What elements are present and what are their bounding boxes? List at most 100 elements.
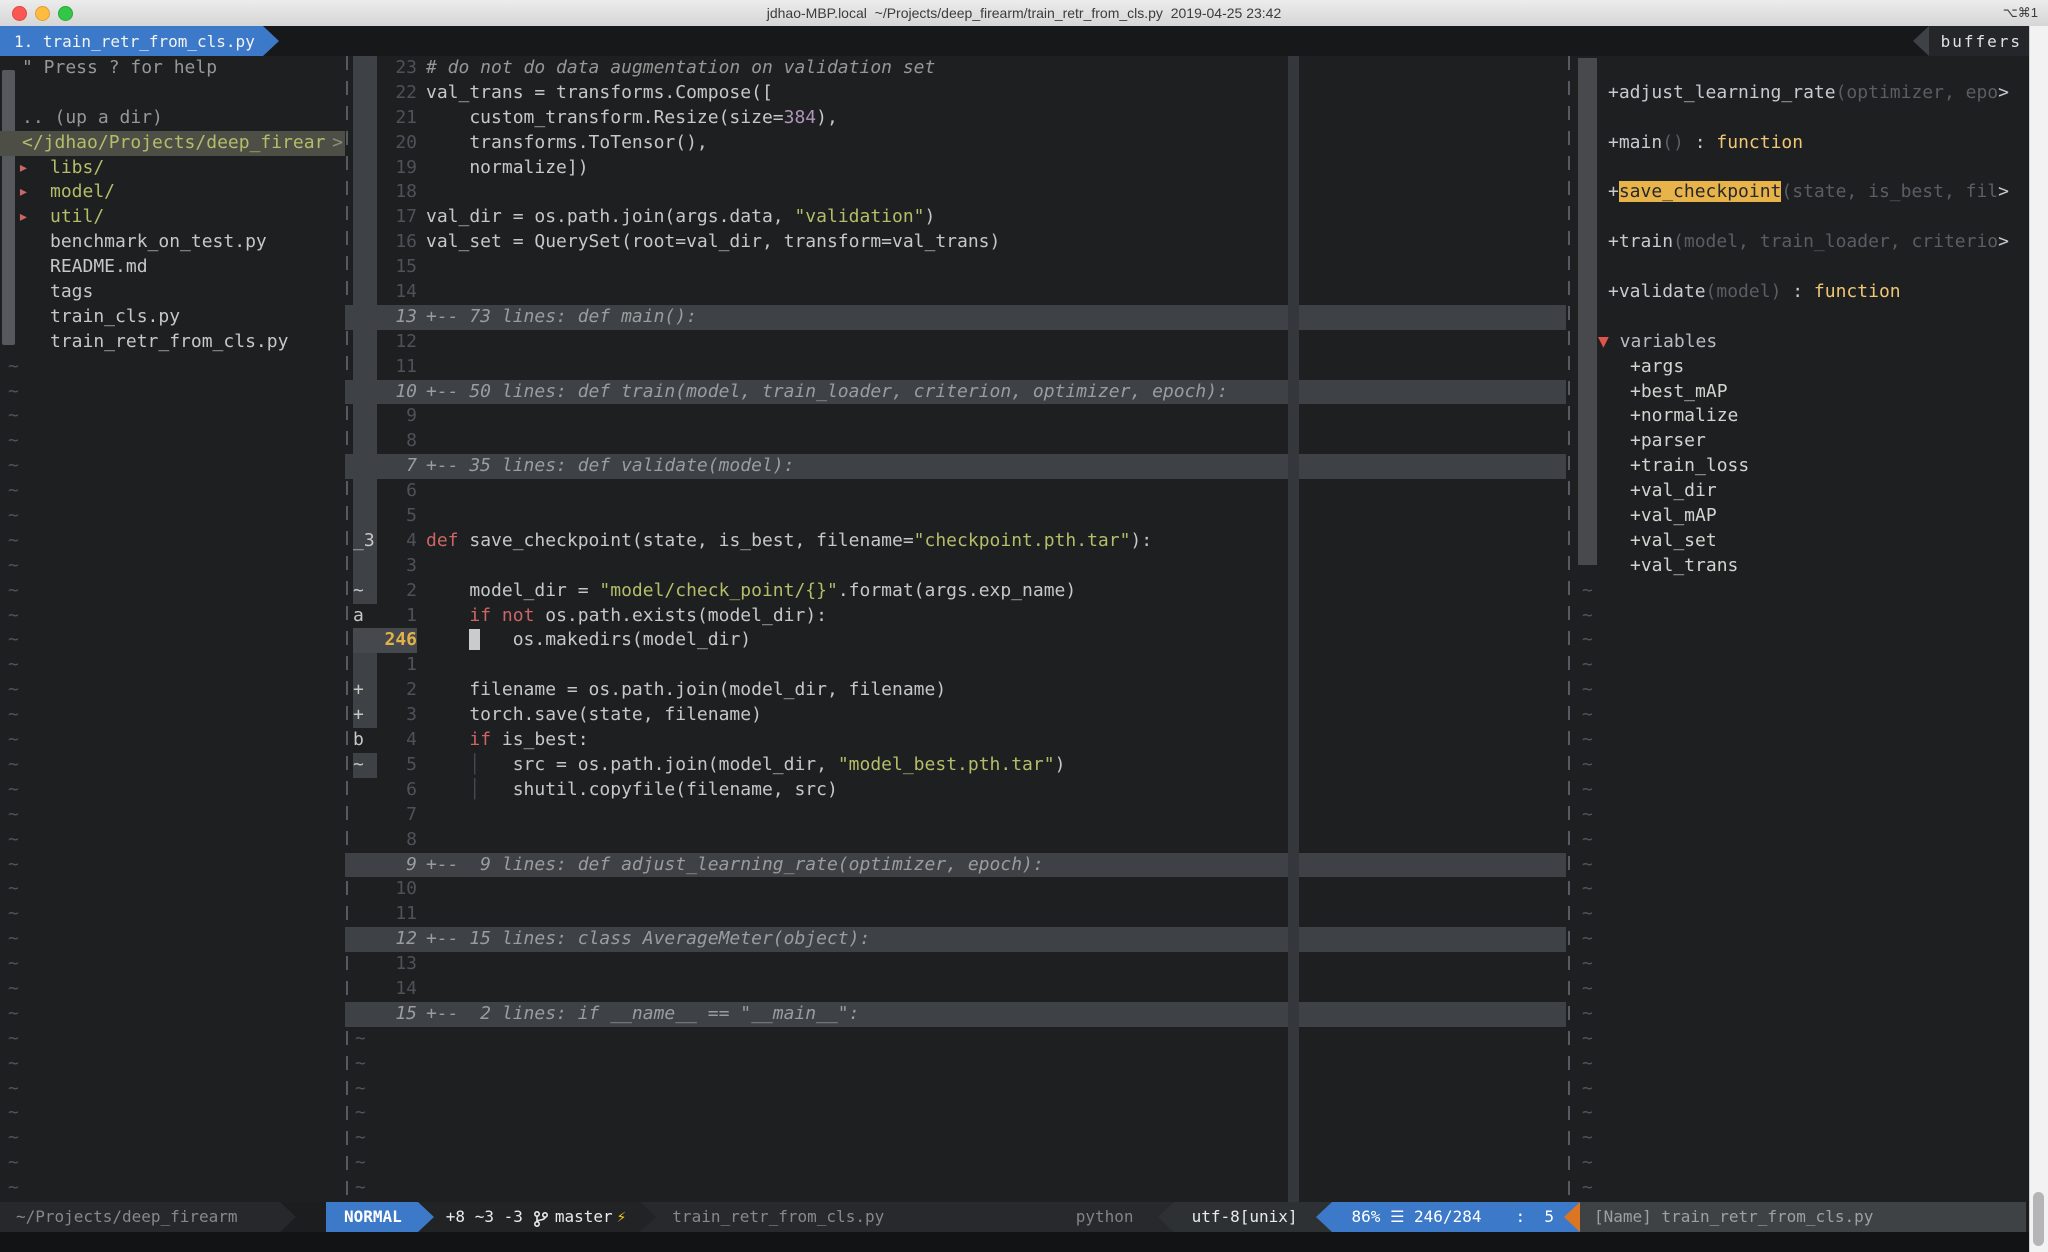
code-line[interactable]: 9 bbox=[345, 404, 1566, 429]
tree-item-README-md[interactable]: README.md bbox=[0, 255, 345, 280]
lightning-icon: ⚡ bbox=[617, 1202, 627, 1232]
code-line[interactable]: +3 torch.save(state, filename) bbox=[345, 703, 1566, 728]
line-number: 14 bbox=[377, 280, 417, 305]
tag-parser[interactable]: +parser bbox=[1568, 429, 2012, 454]
code-line[interactable]: 23# do not do data augmentation on valid… bbox=[345, 56, 1566, 81]
code-line[interactable]: 17val_dir = os.path.join(args.data, "val… bbox=[345, 205, 1566, 230]
code-text: val_set = QuerySet(root=val_dir, transfo… bbox=[426, 230, 1566, 255]
tag-adjust_learning_rate[interactable]: +adjust_learning_rate(optimizer, epo> bbox=[1568, 81, 2012, 106]
empty-line-tilde: ~ bbox=[0, 380, 345, 405]
fold-line[interactable]: 13+-- 73 lines: def main(): bbox=[345, 305, 1566, 330]
tagbar-section-variables[interactable]: ▼ variables bbox=[1568, 330, 2012, 355]
code-line[interactable]: ~5 │ src = os.path.join(model_dir, "mode… bbox=[345, 753, 1566, 778]
tag-validate[interactable]: +validate(model) : function bbox=[1568, 280, 2012, 305]
tag-val_set[interactable]: +val_set bbox=[1568, 529, 2012, 554]
code-line[interactable]: 16val_set = QuerySet(root=val_dir, trans… bbox=[345, 230, 1566, 255]
tag-args[interactable]: +args bbox=[1568, 355, 2012, 380]
empty-line-tilde: ~ bbox=[0, 703, 345, 728]
tag-val_dir[interactable]: +val_dir bbox=[1568, 479, 2012, 504]
line-number: 7 bbox=[377, 803, 417, 828]
scrollbar-thumb[interactable] bbox=[2033, 1192, 2044, 1246]
code-line[interactable]: 1 bbox=[345, 653, 1566, 678]
fold-line[interactable]: 9+-- 9 lines: def adjust_learning_rate(o… bbox=[345, 853, 1566, 878]
code-line[interactable]: 14 bbox=[345, 280, 1566, 305]
tag-main[interactable]: +main() : function bbox=[1568, 131, 2012, 156]
tab-train-retr-from-cls[interactable]: 1. train_retr_from_cls.py bbox=[0, 26, 263, 56]
tag-save_checkpoint[interactable]: +save_checkpoint(state, is_best, fil> bbox=[1568, 180, 2012, 205]
fold-line[interactable]: 12+-- 15 lines: class AverageMeter(objec… bbox=[345, 927, 1566, 952]
code-line[interactable]: 14 bbox=[345, 977, 1566, 1002]
code-line[interactable]: 6 │ shutil.copyfile(filename, src) bbox=[345, 778, 1566, 803]
line-number: 15 bbox=[377, 255, 417, 280]
code-line[interactable]: 20 transforms.ToTensor(), bbox=[345, 131, 1566, 156]
scrollbar-track[interactable] bbox=[2029, 26, 2048, 1252]
tag-train_loss[interactable]: +train_loss bbox=[1568, 454, 2012, 479]
file-name: train_retr_from_cls.py bbox=[672, 1202, 884, 1232]
tag-train[interactable]: +train(model, train_loader, criterio> bbox=[1568, 230, 2012, 255]
close-button[interactable] bbox=[12, 6, 27, 21]
fold-line[interactable]: 10+-- 50 lines: def train(model, train_l… bbox=[345, 380, 1566, 405]
line-number: 4 bbox=[377, 728, 417, 753]
tree-root-path[interactable]: </jdhao/Projects/deep_firear> bbox=[0, 131, 345, 156]
tree-item-train_retr_from_cls-py[interactable]: train_retr_from_cls.py bbox=[0, 330, 345, 355]
code-line[interactable]: 5 bbox=[345, 504, 1566, 529]
tree-item-libs[interactable]: ▸libs/ bbox=[0, 156, 345, 181]
fold-line[interactable]: 7+-- 35 lines: def validate(model): bbox=[345, 454, 1566, 479]
code-line[interactable]: 6 bbox=[345, 479, 1566, 504]
empty-line-tilde: ~ bbox=[0, 1176, 345, 1201]
tag-val_mAP[interactable]: +val_mAP bbox=[1568, 504, 2012, 529]
gutter-sign bbox=[353, 479, 377, 504]
tree-up-dir[interactable]: .. (up a dir) bbox=[0, 106, 345, 131]
code-line[interactable]: 246 os.makedirs(model_dir) bbox=[345, 628, 1566, 653]
truncation-marker: > bbox=[1998, 231, 2009, 252]
tag-val_trans[interactable]: +val_trans bbox=[1568, 554, 2012, 579]
code-line[interactable]: 12 bbox=[345, 330, 1566, 355]
code-line[interactable]: 13 bbox=[345, 952, 1566, 977]
code-line[interactable]: _34def save_checkpoint(state, is_best, f… bbox=[345, 529, 1566, 554]
tree-item-benchmark_on_test-py[interactable]: benchmark_on_test.py bbox=[0, 230, 345, 255]
tag-fold-plus: + bbox=[1608, 82, 1619, 103]
empty-line-tilde: ~ bbox=[1568, 1126, 2012, 1151]
tree-item-util[interactable]: ▸util/ bbox=[0, 205, 345, 230]
code-text bbox=[426, 554, 1566, 579]
code-line[interactable]: 3 bbox=[345, 554, 1566, 579]
code-line[interactable]: 10 bbox=[345, 877, 1566, 902]
code-line[interactable]: 11 bbox=[345, 355, 1566, 380]
code-text: filename = os.path.join(model_dir, filen… bbox=[426, 678, 1566, 703]
fold-line[interactable]: 15+-- 2 lines: if __name__ == "__main__"… bbox=[345, 1002, 1566, 1027]
code-line[interactable]: ~2 model_dir = "model/check_point/{}".fo… bbox=[345, 579, 1566, 604]
command-line[interactable] bbox=[0, 1232, 2048, 1252]
code-line[interactable]: 11 bbox=[345, 902, 1566, 927]
gutter-sign bbox=[353, 902, 377, 927]
encoding-label: utf-8[unix] bbox=[1174, 1202, 1316, 1232]
powerline-arrow bbox=[640, 1202, 656, 1232]
code-line[interactable]: b4 if is_best: bbox=[345, 728, 1566, 753]
tag-best_mAP[interactable]: +best_mAP bbox=[1568, 380, 2012, 405]
minimize-button[interactable] bbox=[35, 6, 50, 21]
tag-fold-plus: + bbox=[1608, 132, 1619, 153]
code-line[interactable]: 21 custom_transform.Resize(size=384), bbox=[345, 106, 1566, 131]
code-text bbox=[426, 280, 1566, 305]
empty-line-tilde: ~ bbox=[1568, 728, 2012, 753]
gutter-sign: ~ bbox=[353, 579, 377, 604]
zoom-button[interactable] bbox=[58, 6, 73, 21]
code-line[interactable]: 8 bbox=[345, 828, 1566, 853]
git-hunks: +8 ~3 -3 bbox=[446, 1202, 523, 1232]
tree-item-tags[interactable]: tags bbox=[0, 280, 345, 305]
code-text: +-- 9 lines: def adjust_learning_rate(op… bbox=[426, 853, 1566, 878]
empty-line-tilde: ~ bbox=[0, 504, 345, 529]
code-line[interactable]: 19 normalize]) bbox=[345, 156, 1566, 181]
line-number: 12 bbox=[377, 330, 417, 355]
code-text: transforms.ToTensor(), bbox=[426, 131, 1566, 156]
code-line[interactable]: 8 bbox=[345, 429, 1566, 454]
code-line[interactable]: +2 filename = os.path.join(model_dir, fi… bbox=[345, 678, 1566, 703]
tree-item-train_cls-py[interactable]: train_cls.py bbox=[0, 305, 345, 330]
code-line[interactable]: 7 bbox=[345, 803, 1566, 828]
code-line[interactable]: a1 if not os.path.exists(model_dir): bbox=[345, 604, 1566, 629]
code-line[interactable]: 22val_trans = transforms.Compose([ bbox=[345, 81, 1566, 106]
code-text bbox=[426, 977, 1566, 1002]
tag-normalize[interactable]: +normalize bbox=[1568, 404, 2012, 429]
code-line[interactable]: 18 bbox=[345, 180, 1566, 205]
code-line[interactable]: 15 bbox=[345, 255, 1566, 280]
tree-item-model[interactable]: ▸model/ bbox=[0, 180, 345, 205]
